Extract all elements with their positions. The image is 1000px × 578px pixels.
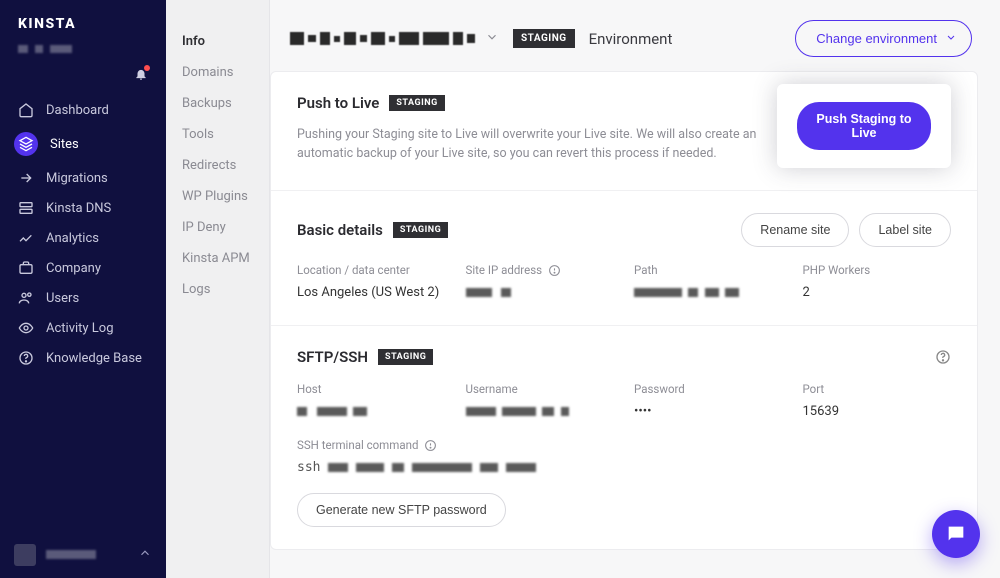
subnav-apm[interactable]: Kinsta APM: [166, 243, 269, 274]
generate-sftp-password-button[interactable]: Generate new SFTP password: [297, 493, 506, 527]
site-name: [290, 32, 475, 45]
nav-label: Analytics: [46, 231, 99, 246]
notifications-icon[interactable]: [134, 67, 148, 81]
nav-item-migrations[interactable]: Migrations: [0, 163, 166, 193]
subnav-domains[interactable]: Domains: [166, 57, 269, 88]
main-content: STAGING Environment Change environment P…: [270, 0, 1000, 578]
help-icon[interactable]: [424, 439, 437, 452]
help-icon[interactable]: [548, 264, 561, 277]
location-label: Location / data center: [297, 263, 446, 277]
subnav-ipdeny[interactable]: IP Deny: [166, 212, 269, 243]
ssh-cmd-label: SSH terminal command: [297, 438, 951, 452]
pass-value: ••••: [634, 404, 783, 422]
nav-item-sites[interactable]: Sites: [0, 125, 166, 163]
nav-label: Dashboard: [46, 103, 109, 118]
push-desc: Pushing your Staging site to Live will o…: [297, 126, 757, 164]
site-subnav: Info Domains Backups Tools Redirects WP …: [166, 0, 270, 578]
user-value: [466, 404, 615, 422]
pass-label: Password: [634, 382, 783, 396]
section-sftp: SFTP/SSH STAGING Host: [271, 326, 977, 549]
user-menu[interactable]: [0, 534, 166, 570]
label-site-button[interactable]: Label site: [859, 213, 951, 247]
host-value: [297, 404, 446, 422]
org-name: [0, 42, 166, 67]
port-label: Port: [803, 382, 952, 396]
location-value: Los Angeles (US West 2): [297, 285, 446, 303]
section-push-to-live: Push to Live STAGING Pushing your Stagin…: [271, 72, 977, 191]
primary-nav: KINSTA Dashboard Sites Migrations: [0, 0, 166, 578]
arrow-right-icon: [18, 170, 34, 186]
subnav-tools[interactable]: Tools: [166, 119, 269, 150]
nav-item-company[interactable]: Company: [0, 253, 166, 283]
nav-label: Company: [46, 261, 101, 276]
basic-title: Basic details: [297, 221, 383, 239]
subnav-wpplugins[interactable]: WP Plugins: [166, 181, 269, 212]
subnav-logs[interactable]: Logs: [166, 274, 269, 305]
briefcase-icon: [18, 260, 34, 276]
push-title: Push to Live: [297, 94, 379, 112]
workers-value: 2: [803, 285, 952, 303]
staging-badge: STAGING: [389, 95, 444, 111]
chat-fab[interactable]: [932, 510, 980, 558]
help-icon[interactable]: [935, 349, 951, 365]
ssh-command: ssh: [297, 460, 951, 475]
nav-item-analytics[interactable]: Analytics: [0, 223, 166, 253]
path-value: [634, 285, 783, 303]
nav-item-dashboard[interactable]: Dashboard: [0, 95, 166, 125]
subnav-info[interactable]: Info: [166, 26, 269, 57]
eye-icon: [18, 320, 34, 336]
chevron-up-icon: [138, 546, 152, 564]
port-value: 15639: [803, 404, 952, 422]
ip-label: Site IP address: [466, 263, 615, 277]
help-icon: [18, 350, 34, 366]
users-icon: [18, 290, 34, 306]
analytics-icon: [18, 230, 34, 246]
push-staging-button[interactable]: Push Staging to Live: [797, 102, 931, 150]
user-name: [46, 548, 128, 563]
brand-logo: KINSTA: [0, 12, 166, 42]
change-env-label: Change environment: [816, 31, 937, 46]
push-highlight: Push Staging to Live: [777, 84, 951, 168]
nav-label: Kinsta DNS: [46, 201, 111, 216]
workers-label: PHP Workers: [803, 263, 952, 277]
sftp-title: SFTP/SSH: [297, 348, 368, 366]
nav-item-kb[interactable]: Knowledge Base: [0, 343, 166, 373]
env-label: Environment: [589, 30, 673, 48]
section-basic-details: Basic details STAGING Rename site Label …: [271, 191, 977, 326]
staging-badge: STAGING: [393, 222, 448, 238]
nav-label: Migrations: [46, 171, 108, 186]
rename-site-button[interactable]: Rename site: [741, 213, 849, 247]
nav-item-dns[interactable]: Kinsta DNS: [0, 193, 166, 223]
subnav-redirects[interactable]: Redirects: [166, 150, 269, 181]
chevron-down-icon: [945, 31, 957, 46]
layers-icon: [18, 136, 34, 152]
dns-icon: [18, 200, 34, 216]
site-selector[interactable]: [290, 30, 499, 48]
home-icon: [18, 102, 34, 118]
nav-label: Knowledge Base: [46, 351, 142, 366]
change-environment-button[interactable]: Change environment: [795, 20, 972, 57]
subnav-backups[interactable]: Backups: [166, 88, 269, 119]
env-badge: STAGING: [513, 29, 575, 48]
nav-label: Sites: [50, 137, 79, 152]
chevron-down-icon: [485, 30, 499, 48]
user-label: Username: [466, 382, 615, 396]
staging-badge: STAGING: [378, 349, 433, 365]
nav-label: Users: [46, 291, 79, 306]
host-label: Host: [297, 382, 446, 396]
avatar: [14, 544, 36, 566]
path-label: Path: [634, 263, 783, 277]
nav-item-activity[interactable]: Activity Log: [0, 313, 166, 343]
nav-label: Activity Log: [46, 321, 114, 336]
nav-item-users[interactable]: Users: [0, 283, 166, 313]
ip-value: [466, 285, 615, 303]
